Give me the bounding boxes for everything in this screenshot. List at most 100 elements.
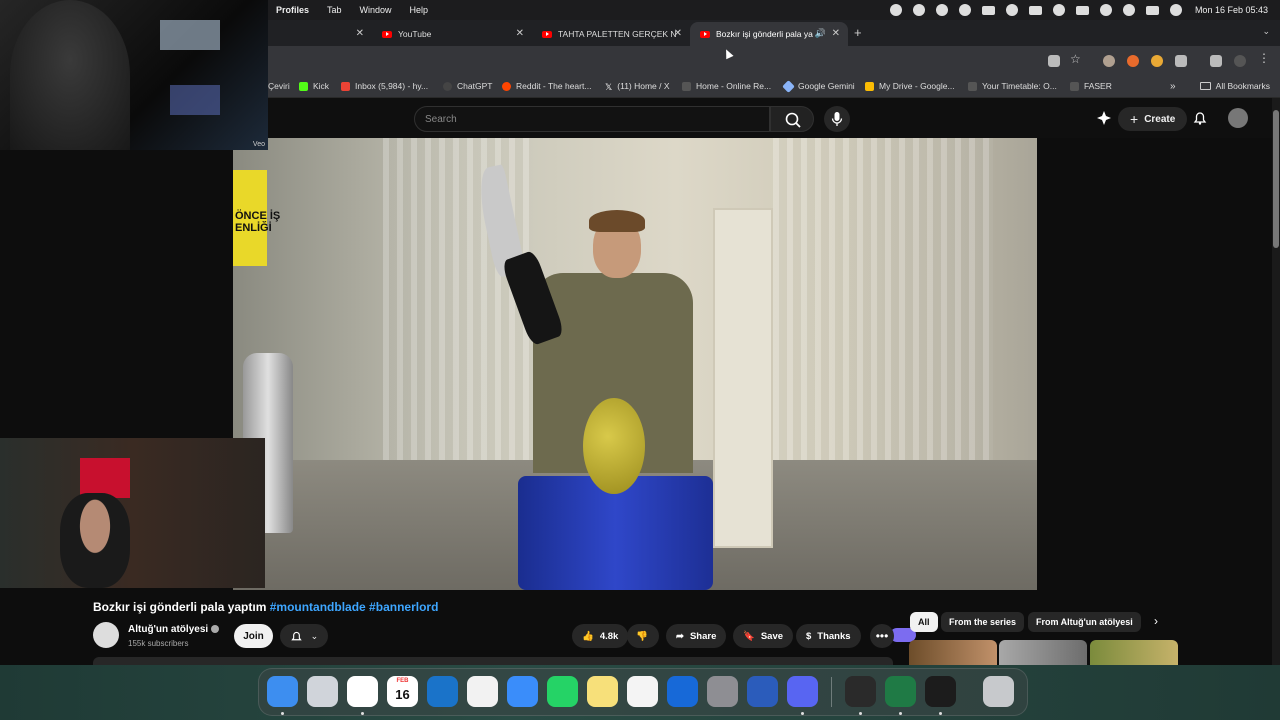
extension-1-icon[interactable] bbox=[1103, 55, 1115, 67]
stream-icon[interactable] bbox=[889, 4, 902, 16]
chevron-right-icon[interactable]: › bbox=[1154, 614, 1158, 628]
media-control-icon[interactable] bbox=[1210, 55, 1222, 67]
kebab-menu-icon[interactable]: ⋮ bbox=[1258, 51, 1270, 65]
calendar-icon[interactable]: FEB 16 bbox=[387, 676, 418, 707]
extensions-icon[interactable] bbox=[1175, 55, 1187, 67]
launchpad-icon[interactable] bbox=[307, 676, 338, 707]
profile-icon[interactable] bbox=[1234, 55, 1246, 67]
tab-search-icon[interactable]: ⌄ bbox=[1262, 26, 1270, 37]
recommended-thumbnail[interactable] bbox=[1090, 640, 1178, 665]
bell-icon[interactable] bbox=[1192, 110, 1208, 126]
bookmark-kick[interactable]: Kick bbox=[299, 81, 329, 91]
subscribed-bell-button[interactable]: ⌄ bbox=[280, 624, 328, 648]
control-center-icon[interactable] bbox=[1145, 5, 1159, 15]
system-settings-icon[interactable] bbox=[707, 676, 738, 707]
star-icon[interactable]: ☆ bbox=[1070, 52, 1082, 66]
activity-monitor-icon[interactable] bbox=[925, 676, 956, 707]
bookmark-label: FASER bbox=[1084, 81, 1112, 91]
recommended-thumbnail[interactable] bbox=[909, 640, 997, 665]
all-bookmarks[interactable]: All Bookmarks bbox=[1199, 81, 1270, 91]
scrollbar-thumb[interactable] bbox=[1273, 110, 1279, 248]
siri-icon[interactable] bbox=[1169, 4, 1182, 16]
sparkle-icon[interactable] bbox=[1096, 110, 1112, 126]
video-player[interactable]: ÖNCE İŞ ENLİĞİ bbox=[233, 138, 1037, 590]
close-tab-icon[interactable]: ✕ bbox=[674, 28, 682, 39]
more-bookmarks-icon[interactable]: » bbox=[1170, 81, 1176, 92]
share-button[interactable]: ➦ Share bbox=[666, 624, 727, 648]
obs-icon[interactable] bbox=[845, 676, 876, 707]
bookmark-inbox[interactable]: Inbox (5,984) - hy... bbox=[341, 81, 428, 91]
bookmark-timetable[interactable]: Your Timetable: O... bbox=[968, 81, 1057, 91]
car-icon[interactable] bbox=[1028, 5, 1042, 15]
headphones-icon[interactable] bbox=[1052, 4, 1065, 16]
like-button[interactable]: 👍 4.8k bbox=[572, 624, 629, 648]
account-avatar[interactable] bbox=[1228, 108, 1248, 128]
extension-3-icon[interactable] bbox=[1151, 55, 1163, 67]
trash-icon[interactable] bbox=[983, 676, 1014, 707]
search-input[interactable]: Search bbox=[414, 106, 770, 132]
install-app-icon[interactable] bbox=[1048, 55, 1060, 67]
page-scrollbar[interactable] bbox=[1272, 98, 1280, 665]
recommended-thumbnail[interactable] bbox=[999, 640, 1087, 665]
outlook-icon[interactable] bbox=[427, 676, 458, 707]
search-icon[interactable] bbox=[1122, 4, 1135, 16]
menu-tab[interactable]: Tab bbox=[327, 5, 342, 15]
bookmark-reddit[interactable]: Reddit - The heart... bbox=[502, 81, 591, 91]
clock[interactable]: Mon 16 Feb 05:43 bbox=[1195, 5, 1268, 15]
reminders-icon[interactable] bbox=[627, 676, 658, 707]
bookmark-gemini[interactable]: Google Gemini bbox=[782, 79, 855, 93]
new-tab-icon[interactable]: + bbox=[854, 25, 862, 40]
menu-profiles[interactable]: Profiles bbox=[276, 5, 309, 15]
gmail-icon[interactable] bbox=[467, 676, 498, 707]
word-icon[interactable] bbox=[747, 676, 778, 707]
excel-icon[interactable] bbox=[885, 676, 916, 707]
bookmark-ceviri[interactable]: Çeviri bbox=[268, 81, 290, 91]
chip-from-channel[interactable]: From Altuğ'un atölyesi bbox=[1028, 612, 1141, 632]
channel-avatar[interactable] bbox=[93, 622, 119, 648]
close-tab-icon[interactable]: ✕ bbox=[832, 28, 840, 39]
search-button[interactable] bbox=[770, 106, 814, 132]
description-box[interactable] bbox=[93, 657, 893, 665]
play-icon[interactable] bbox=[1005, 4, 1018, 16]
menu-help[interactable]: Help bbox=[410, 5, 429, 15]
mail-icon[interactable] bbox=[507, 676, 538, 707]
join-button[interactable]: Join bbox=[234, 624, 273, 648]
tab-bozkir[interactable]: Bozkır işi gönderli pala ya 🔊 ✕ bbox=[690, 22, 848, 46]
discord-icon[interactable] bbox=[787, 676, 818, 707]
create-button[interactable]: + Create bbox=[1118, 107, 1188, 131]
pen-icon[interactable] bbox=[958, 4, 971, 16]
tab-0[interactable]: ✕ bbox=[268, 22, 372, 46]
tab-youtube[interactable]: YouTube ✕ bbox=[372, 22, 532, 46]
bookmark-x[interactable]: 𝕏 (11) Home / X bbox=[605, 81, 670, 92]
chrome-icon[interactable] bbox=[347, 676, 378, 707]
bookmark-faser[interactable]: FASER bbox=[1070, 81, 1112, 91]
bookmark-home[interactable]: Home - Online Re... bbox=[682, 81, 771, 91]
wifi-icon[interactable] bbox=[1099, 4, 1112, 16]
spotify-icon[interactable] bbox=[935, 4, 948, 16]
close-tab-icon[interactable]: ✕ bbox=[516, 28, 524, 39]
chip-all[interactable]: All bbox=[910, 612, 938, 632]
bookmark-drive[interactable]: My Drive - Google... bbox=[865, 81, 955, 91]
chip-from-series[interactable]: From the series bbox=[941, 612, 1025, 632]
notes-icon[interactable] bbox=[587, 676, 618, 707]
battery-icon[interactable] bbox=[1075, 5, 1089, 15]
video-hashtags[interactable]: #mountandblade #bannerlord bbox=[270, 600, 439, 614]
speaker-icon[interactable]: 🔊 bbox=[815, 28, 826, 39]
menu-window[interactable]: Window bbox=[360, 5, 392, 15]
more-actions-button[interactable]: ••• bbox=[870, 624, 894, 648]
display-icon[interactable] bbox=[981, 5, 995, 15]
bookmark-chatgpt[interactable]: ChatGPT bbox=[443, 81, 492, 91]
keynote-icon[interactable] bbox=[667, 676, 698, 707]
dislike-button[interactable]: 👎 bbox=[627, 624, 659, 648]
channel-name[interactable]: Altuğ'un atölyesi bbox=[128, 624, 220, 635]
dot-icon[interactable] bbox=[912, 4, 925, 16]
tab-tahta[interactable]: TAHTA PALETTEN GERÇEK N ✕ bbox=[532, 22, 690, 46]
voice-search-button[interactable] bbox=[824, 106, 850, 132]
save-button[interactable]: 🔖 Save bbox=[733, 624, 794, 648]
extension-2-icon[interactable] bbox=[1127, 55, 1139, 67]
whatsapp-icon[interactable] bbox=[547, 676, 578, 707]
tab-label: TAHTA PALETTEN GERÇEK N bbox=[558, 29, 677, 39]
finder-icon[interactable] bbox=[267, 676, 298, 707]
thanks-button[interactable]: $ Thanks bbox=[796, 624, 861, 648]
close-tab-icon[interactable]: ✕ bbox=[356, 28, 364, 39]
